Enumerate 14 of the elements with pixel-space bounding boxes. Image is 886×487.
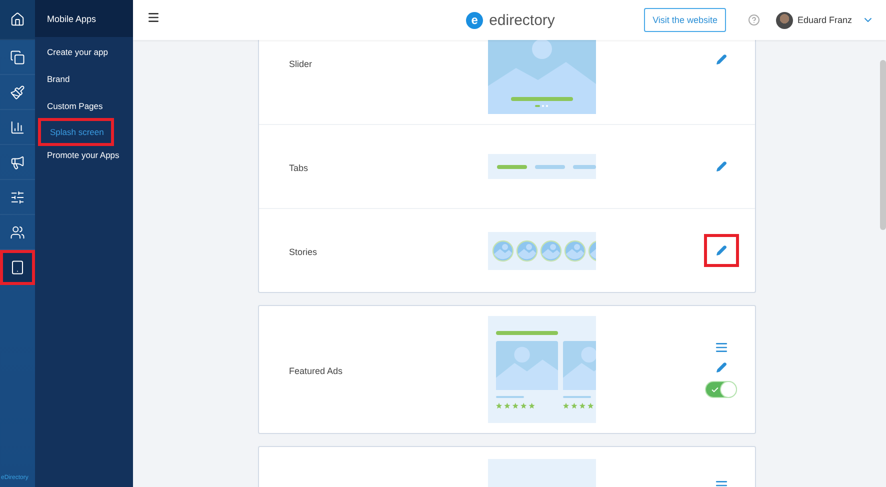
section-label: Tabs (288, 162, 308, 172)
submenu-title: Mobile Apps (35, 0, 133, 37)
submenu-item[interactable]: Brand (47, 67, 70, 91)
submenu-item[interactable]: Promote your Apps (47, 143, 120, 167)
submenu-item[interactable]: Splash screen (38, 118, 114, 146)
section-label: Featured Ads (288, 366, 343, 376)
section-label: Slider (288, 59, 312, 69)
logo-badge: e (466, 12, 484, 28)
submenu-item[interactable]: Custom Pages (47, 94, 103, 118)
submenu-item[interactable]: Create your app (47, 40, 108, 64)
section-label: Stories (288, 246, 318, 256)
logo-text: edirectory (489, 12, 555, 28)
visit-website-button[interactable]: Visit the website (644, 8, 726, 32)
user-name[interactable]: Eduard Franz (797, 15, 852, 25)
